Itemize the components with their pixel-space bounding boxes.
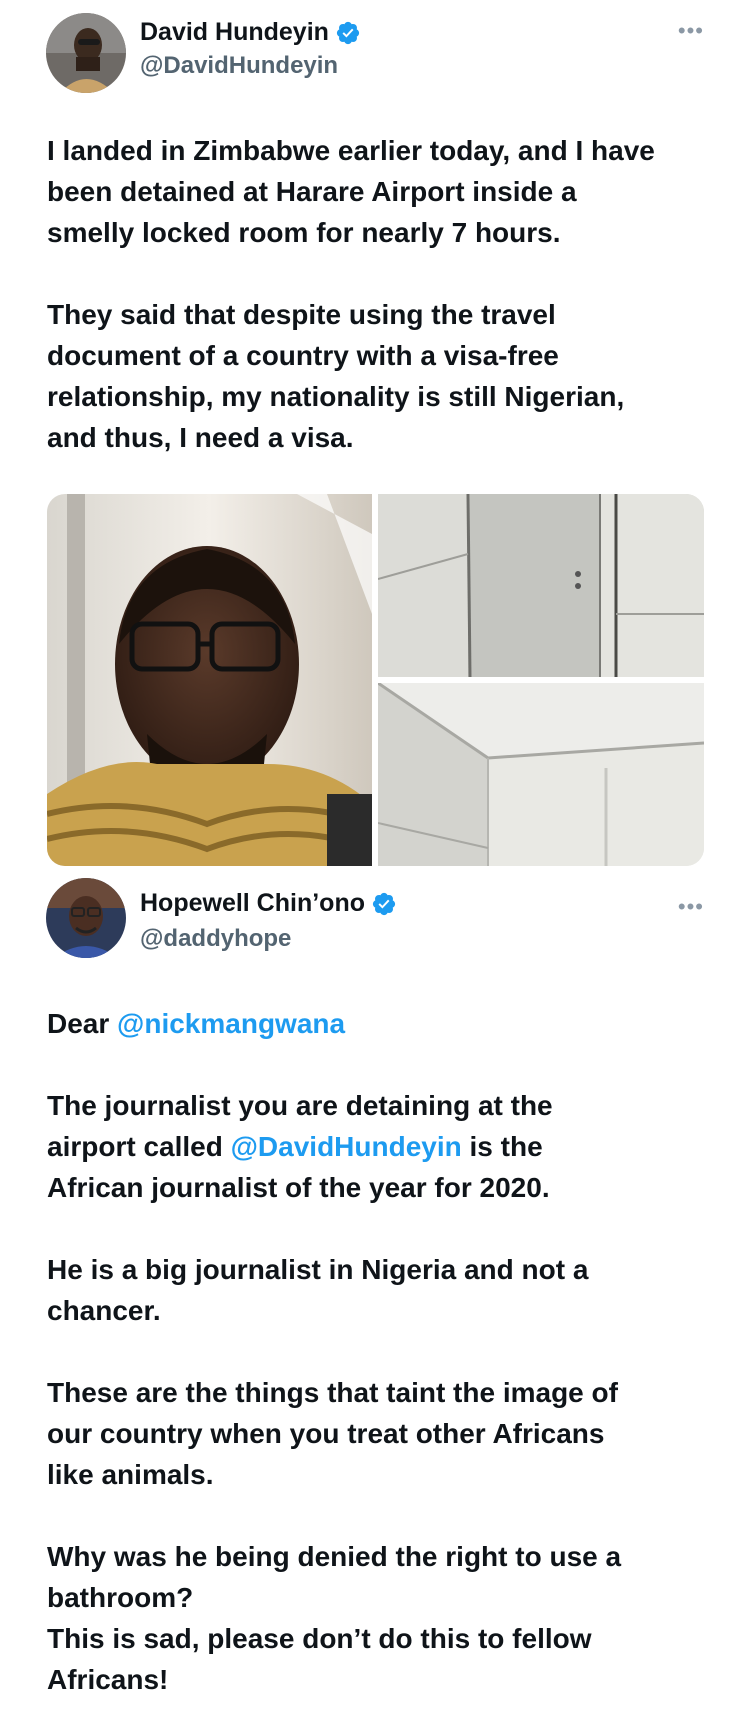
text-line: bathroom? <box>47 1582 194 1613</box>
author-name[interactable]: Hopewell Chin’ono <box>140 889 365 918</box>
text-line: They said that despite using the travel <box>47 299 556 330</box>
avatar-image <box>46 13 126 93</box>
text-line: our country when you treat other African… <box>47 1418 605 1449</box>
text-line: Why was he being denied the right to use… <box>47 1541 622 1572</box>
text-line: Africans! <box>47 1664 169 1695</box>
text-line: The journalist you are detaining at the <box>47 1090 553 1121</box>
text-line: This is sad, please don’t do this to fel… <box>47 1623 592 1654</box>
text-line: African journalist of the year for 2020. <box>47 1172 550 1203</box>
tweet-david-hundeyin[interactable]: David Hundeyin @DavidHundeyin ••• I land… <box>0 0 750 880</box>
author-handle[interactable]: @daddyhope <box>140 925 291 953</box>
mention-link[interactable]: @nickmangwana <box>117 1008 345 1039</box>
avatar[interactable] <box>46 878 126 958</box>
photo-room-ceiling[interactable] <box>378 683 704 866</box>
tweet-text: I landed in Zimbabwe earlier today, and … <box>47 130 707 458</box>
greeting-line: Dear @nickmangwana <box>47 1008 346 1039</box>
text-line: relationship, my nationality is still Ni… <box>47 381 625 412</box>
verified-badge-icon <box>371 891 397 917</box>
avatar[interactable] <box>46 13 126 93</box>
verified-badge-icon <box>335 20 361 46</box>
more-options-icon[interactable]: ••• <box>678 894 704 920</box>
avatar-image <box>46 878 126 958</box>
text-line: been detained at Harare Airport inside a <box>47 176 577 207</box>
text-line: smelly locked room for nearly 7 hours. <box>47 217 561 248</box>
photo-selfie[interactable] <box>47 494 372 866</box>
tweet-text: Dear @nickmangwana The journalist you ar… <box>47 1003 707 1700</box>
mention-link[interactable]: @DavidHundeyin <box>231 1131 462 1162</box>
author-name[interactable]: David Hundeyin <box>140 18 329 47</box>
text-line: document of a country with a visa-free <box>47 340 559 371</box>
text-line: chancer. <box>47 1295 161 1326</box>
text-line: I landed in Zimbabwe earlier today, and … <box>47 135 655 166</box>
text-line: and thus, I need a visa. <box>47 422 354 453</box>
tweet-hopewell-chinono[interactable]: Hopewell Chin’ono @daddyhope ••• Dear @n… <box>0 878 750 1719</box>
text-line: These are the things that taint the imag… <box>47 1377 618 1408</box>
more-options-icon[interactable]: ••• <box>678 18 704 44</box>
photo-locked-door[interactable] <box>378 494 704 677</box>
author-handle[interactable]: @DavidHundeyin <box>140 52 338 80</box>
text-line: He is a big journalist in Nigeria and no… <box>47 1254 589 1285</box>
text-line: like animals. <box>47 1459 214 1490</box>
text-line: airport called @DavidHundeyin is the <box>47 1131 543 1162</box>
media-grid <box>47 494 704 866</box>
